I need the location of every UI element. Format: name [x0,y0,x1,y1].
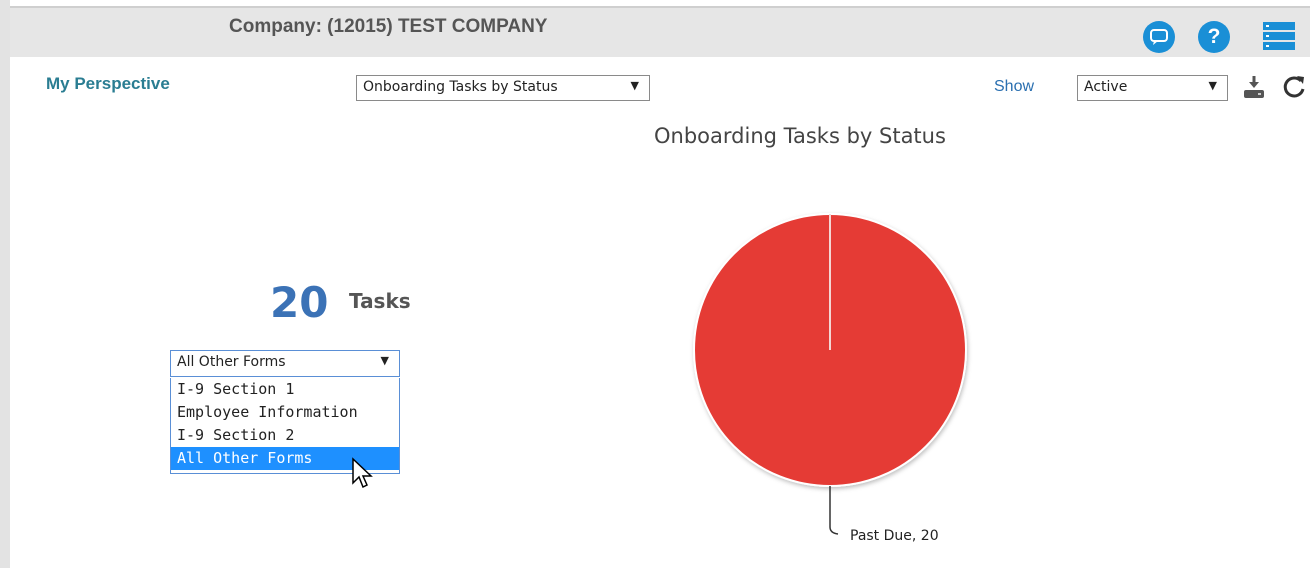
form-option[interactable]: I-9 Section 1 [171,378,399,401]
help-icon[interactable]: ? [1198,21,1230,53]
form-option[interactable]: I-9 Section 2 [171,424,399,447]
chart-title: Onboarding Tasks by Status [654,124,946,148]
perspective-label: My Perspective [46,74,170,93]
show-select[interactable]: Active ▼ [1077,75,1228,101]
download-icon[interactable] [1243,75,1265,99]
chevron-down-icon: ▼ [380,354,389,367]
task-unit-label: Tasks [349,289,411,313]
report-select-value: Onboarding Tasks by Status [363,79,558,95]
form-filter-select[interactable]: All Other Forms ▼ [170,350,400,377]
chat-icon[interactable] [1143,21,1175,53]
task-count: 20 [270,278,329,327]
header-bar: Company: (12015) TEST COMPANY ? [10,6,1310,57]
left-edge [0,0,10,568]
form-select-value: All Other Forms [177,354,286,370]
pie-chart [693,213,967,535]
refresh-icon[interactable] [1282,74,1306,100]
show-select-value: Active [1084,79,1128,95]
chevron-down-icon: ▼ [630,79,639,92]
slice-data-label: Past Due, 20 [850,528,939,544]
report-select[interactable]: Onboarding Tasks by Status ▼ [356,75,650,101]
form-option[interactable]: Employee Information [171,401,399,424]
company-title: Company: (12015) TEST COMPANY [229,16,548,37]
mouse-cursor-icon [352,457,373,489]
show-label: Show [994,78,1035,95]
chevron-down-icon: ▼ [1208,79,1217,92]
menu-icon[interactable] [1263,21,1295,51]
